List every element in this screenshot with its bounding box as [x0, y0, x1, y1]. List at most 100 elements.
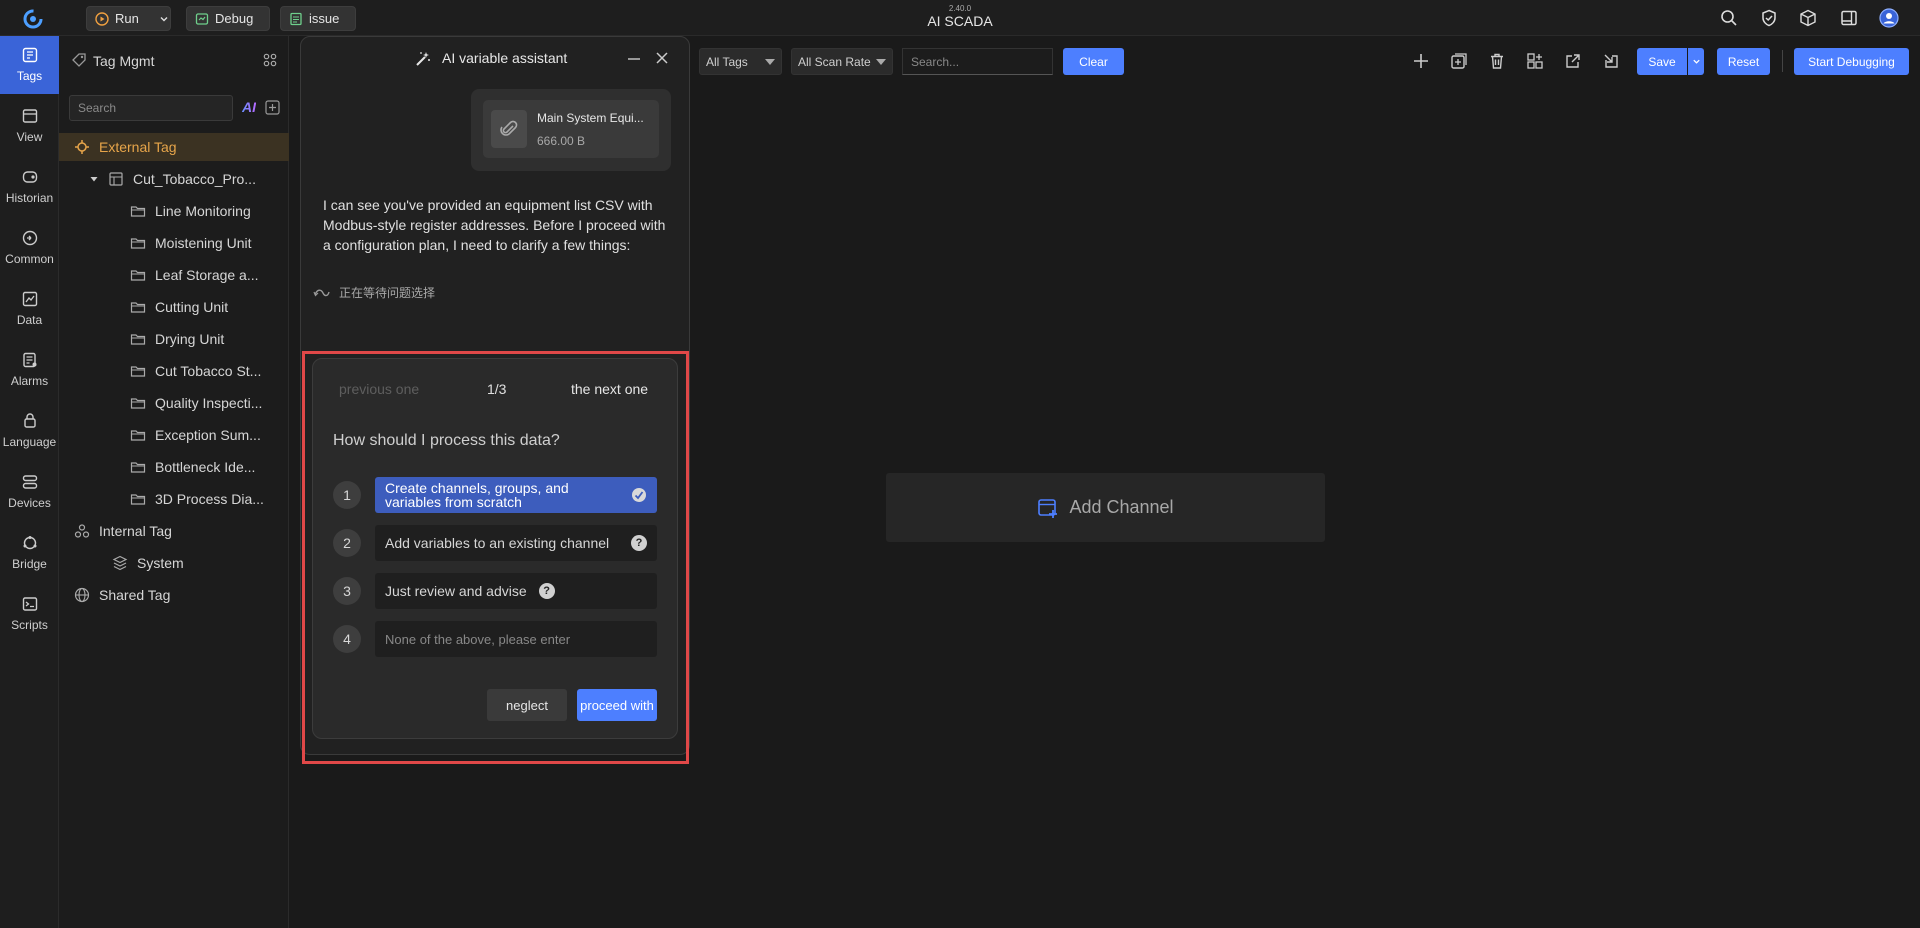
tree-item-label: Leaf Storage a... — [155, 267, 259, 283]
rail-item-bridge[interactable]: Bridge — [0, 524, 59, 582]
add-icon[interactable] — [1410, 50, 1432, 72]
historian-icon — [22, 169, 38, 185]
run-label: Run — [115, 11, 139, 26]
tree-item-drying-unit[interactable]: Drying Unit — [59, 325, 289, 353]
export-icon[interactable] — [1562, 50, 1584, 72]
rail-item-data[interactable]: Data — [0, 280, 59, 338]
tree-item-shared-tag[interactable]: Shared Tag — [59, 581, 289, 609]
check-help-icon — [631, 487, 647, 503]
tree-item-label: Cut Tobacco St... — [155, 363, 262, 379]
option-add-to-existing-channel[interactable]: Add variables to an existing channel ? — [375, 525, 657, 561]
rail-item-common[interactable]: Common — [0, 219, 59, 277]
option-label: Just review and advise — [385, 583, 527, 599]
debug-label: Debug — [215, 11, 254, 26]
proceed-button[interactable]: proceed with — [577, 689, 657, 721]
tree-item-label: 3D Process Dia... — [155, 491, 264, 507]
issue-label: issue — [309, 11, 340, 26]
rail-item-alarms[interactable]: Alarms — [0, 341, 59, 399]
option-number: 2 — [333, 529, 361, 557]
caret-down-icon — [876, 58, 886, 65]
tag-search-input[interactable] — [69, 95, 233, 121]
user-icon[interactable] — [1878, 7, 1900, 29]
rail-label: Historian — [5, 191, 54, 205]
tree-item-external-tag[interactable]: External Tag — [59, 133, 289, 161]
rail-item-historian[interactable]: Historian — [0, 158, 59, 216]
search-icon[interactable] — [1718, 7, 1740, 29]
rail-item-tags[interactable]: Tags — [0, 36, 59, 94]
option-label: Add variables to an existing channel — [385, 535, 610, 551]
tree-item-cut-tobacco[interactable]: Cut_Tobacco_Pro... — [59, 165, 289, 193]
caret-down-icon[interactable] — [89, 174, 101, 184]
question-title: How should I process this data? — [333, 432, 560, 449]
grid-view-icon[interactable] — [263, 53, 277, 67]
close-icon[interactable] — [654, 50, 670, 66]
tree-item-internal-tag[interactable]: Internal Tag — [59, 517, 289, 545]
delete-icon[interactable] — [1486, 50, 1508, 72]
tree-item-system[interactable]: System — [59, 549, 289, 577]
option-create-from-scratch[interactable]: Create channels, groups, and variables f… — [375, 477, 657, 513]
tags-icon — [22, 47, 38, 63]
folder-icon — [129, 362, 147, 380]
add-group-icon[interactable] — [1448, 50, 1470, 72]
help-icon[interactable]: ? — [538, 583, 555, 599]
debug-button[interactable]: Debug — [186, 6, 270, 31]
next-question-button[interactable]: the next one — [571, 381, 648, 397]
tree-item-line-monitoring[interactable]: Line Monitoring — [59, 197, 289, 225]
panel-icon[interactable] — [1838, 7, 1860, 29]
rail-label: Common — [5, 252, 54, 266]
filter-search-input[interactable] — [902, 48, 1053, 75]
shield-check-icon[interactable] — [1758, 7, 1780, 29]
tree-item-3d-process[interactable]: 3D Process Dia... — [59, 485, 289, 513]
save-options-button[interactable] — [1688, 48, 1704, 75]
rail-item-view[interactable]: View — [0, 97, 59, 155]
save-button[interactable]: Save — [1637, 48, 1687, 75]
import-icon[interactable] — [1600, 50, 1622, 72]
add-square-icon[interactable] — [265, 100, 280, 115]
tree-item-bottleneck[interactable]: Bottleneck Ide... — [59, 453, 289, 481]
reset-button[interactable]: Reset — [1717, 48, 1770, 75]
tags-filter-select[interactable]: All Tags — [699, 48, 782, 75]
top-bar: Run Debug issue 2.40.0 AI SCADA — [0, 0, 1920, 36]
app-logo-icon — [22, 8, 44, 30]
start-debugging-button[interactable]: Start Debugging — [1794, 48, 1909, 75]
minimize-icon[interactable] — [626, 51, 642, 67]
tree-item-label: Internal Tag — [99, 523, 172, 539]
tree-item-cutting-unit[interactable]: Cutting Unit — [59, 293, 289, 321]
previous-question-button[interactable]: previous one — [339, 381, 419, 397]
tree-item-leaf-storage[interactable]: Leaf Storage a... — [59, 261, 289, 289]
loading-icon — [313, 287, 331, 299]
ai-assistant-header: AI variable assistant — [301, 37, 691, 81]
option-review-and-advise[interactable]: Just review and advise ? — [375, 573, 657, 609]
globe-icon — [73, 586, 91, 604]
tree-item-exception-summary[interactable]: Exception Sum... — [59, 421, 289, 449]
option-number: 4 — [333, 625, 361, 653]
clear-button[interactable]: Clear — [1063, 48, 1124, 75]
custom-input-placeholder[interactable]: None of the above, please enter — [385, 632, 570, 647]
tree-item-label: Shared Tag — [99, 587, 171, 603]
rail-label: Data — [16, 313, 43, 327]
issue-icon — [289, 12, 303, 26]
layout-icon[interactable] — [1524, 50, 1546, 72]
language-icon — [22, 413, 38, 429]
ai-button[interactable]: AI — [242, 99, 256, 115]
tree-item-moistening-unit[interactable]: Moistening Unit — [59, 229, 289, 257]
option-custom-input[interactable]: None of the above, please enter — [375, 621, 657, 657]
run-button[interactable]: Run — [86, 6, 171, 31]
tree-item-quality-inspection[interactable]: Quality Inspecti... — [59, 389, 289, 417]
attached-file-card[interactable]: Main System Equi... 666.00 B — [471, 89, 671, 171]
tag-mgmt-icon — [71, 52, 87, 68]
help-icon[interactable]: ? — [631, 535, 647, 551]
issue-button[interactable]: issue — [280, 6, 356, 31]
scan-rate-select[interactable]: All Scan Rate — [791, 48, 893, 75]
rail-item-scripts[interactable]: Scripts — [0, 585, 59, 643]
cube-icon[interactable] — [1797, 7, 1819, 29]
add-channel-button[interactable]: Add Channel — [886, 473, 1325, 542]
folder-icon — [129, 234, 147, 252]
rail-item-devices[interactable]: Devices — [0, 463, 59, 521]
magic-wand-icon — [415, 51, 431, 67]
tree-item-label: Moistening Unit — [155, 235, 252, 251]
neglect-button[interactable]: neglect — [487, 689, 567, 721]
chevron-down-icon[interactable] — [159, 14, 169, 24]
rail-item-language[interactable]: Language — [0, 402, 59, 460]
tree-item-cut-tobacco-storage[interactable]: Cut Tobacco St... — [59, 357, 289, 385]
